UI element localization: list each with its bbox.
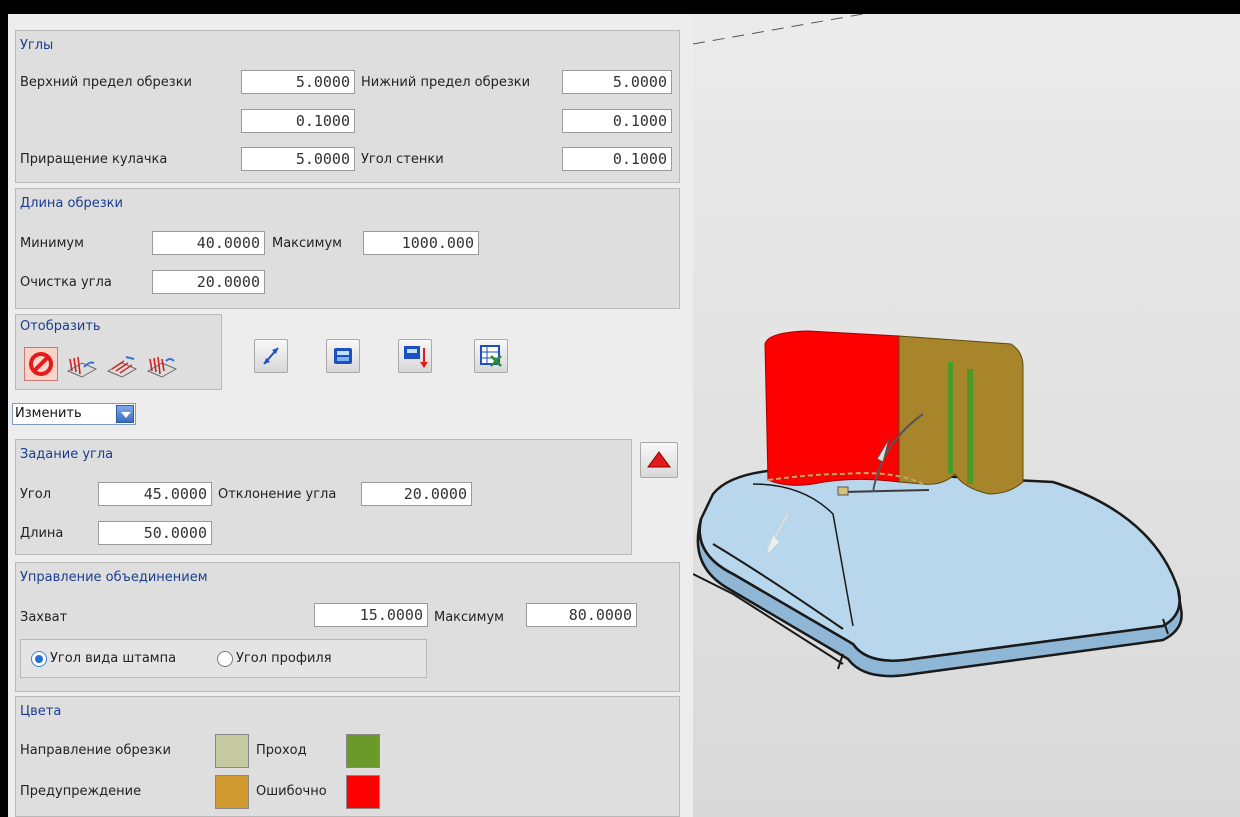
calculator-icon xyxy=(334,348,352,364)
trim-all-icon[interactable] xyxy=(144,347,180,381)
direction-color-label: Направление обрезки xyxy=(20,743,171,758)
pass-color-swatch[interactable] xyxy=(346,734,380,768)
angle-label: Угол xyxy=(20,487,52,502)
pass-color-label: Проход xyxy=(256,743,307,758)
trim-lines-icon[interactable] xyxy=(64,347,100,381)
error-color-label: Ошибочно xyxy=(256,784,327,799)
merge-control-title: Управление объединением xyxy=(20,570,208,585)
length-field[interactable]: 50.0000 xyxy=(98,521,212,545)
trim-length-group: Длина обрезки Минимум 40.0000 Максимум 1… xyxy=(15,188,680,309)
upper-step-field[interactable]: 0.1000 xyxy=(241,109,355,133)
profile-angle-label: Угол профиля xyxy=(236,651,332,666)
trim-max-field[interactable]: 1000.000 xyxy=(363,231,479,255)
merge-control-group: Управление объединением Захват 15.0000 М… xyxy=(15,562,680,692)
wall-pass-stripe-2 xyxy=(967,369,973,484)
lower-limit-field[interactable]: 5.0000 xyxy=(562,70,672,94)
corner-clean-field[interactable]: 20.0000 xyxy=(152,270,265,294)
table-export-icon xyxy=(480,345,502,367)
app-window: Углы Верхний предел обрезки 5.0000 Нижни… xyxy=(0,0,1240,817)
direction-arrow-icon xyxy=(263,347,279,365)
export-down-icon xyxy=(404,346,428,368)
warning-color-label: Предупреждение xyxy=(20,784,142,799)
calculator-button[interactable] xyxy=(326,339,360,373)
warning-color-swatch[interactable] xyxy=(215,775,249,809)
error-color-swatch[interactable] xyxy=(346,775,380,809)
collapse-button[interactable] xyxy=(640,442,678,478)
projection-radio-group: Угол вида штампа Угол профиля xyxy=(20,639,427,678)
wall-error-region xyxy=(764,330,900,486)
direction-arrow-button[interactable] xyxy=(254,339,288,373)
wall-angle-field[interactable]: 0.1000 xyxy=(562,147,672,171)
mode-dropdown[interactable]: Изменить xyxy=(12,403,136,425)
trim-length-title: Длина обрезки xyxy=(20,196,123,211)
lower-step-field[interactable]: 0.1000 xyxy=(562,109,672,133)
cam-increment-field[interactable]: 5.0000 xyxy=(241,147,355,171)
upper-limit-label: Верхний предел обрезки xyxy=(20,75,193,90)
grab-field[interactable]: 15.0000 xyxy=(314,603,428,627)
angle-field[interactable]: 45.0000 xyxy=(98,482,212,506)
trim-min-field[interactable]: 40.0000 xyxy=(152,231,265,255)
cam-increment-label: Приращение кулачка xyxy=(20,152,168,167)
colors-group: Цвета Направление обрезки Проход Предупр… xyxy=(15,696,680,817)
merge-max-label: Максимум xyxy=(434,610,504,625)
die-view-angle-radio[interactable] xyxy=(31,651,47,667)
wall-warning-region xyxy=(898,335,1024,495)
lower-limit-label: Нижний предел обрезки xyxy=(361,75,531,90)
angle-setting-group: Задание угла Угол 45.0000 Отклонение угл… xyxy=(15,439,632,555)
mode-dropdown-value: Изменить xyxy=(15,406,82,421)
export-down-button[interactable] xyxy=(398,339,432,373)
wall-pass-stripe xyxy=(948,362,953,474)
angles-group: Углы Верхний предел обрезки 5.0000 Нижни… xyxy=(15,30,680,183)
window-top-border xyxy=(0,0,1240,14)
upper-limit-field[interactable]: 5.0000 xyxy=(241,70,355,94)
chevron-down-icon[interactable] xyxy=(116,405,134,423)
angle-setting-title: Задание угла xyxy=(20,447,114,462)
grab-label: Захват xyxy=(20,610,68,625)
part-model xyxy=(693,14,1183,678)
base-top-surface xyxy=(698,467,1181,662)
trim-surface-icon[interactable] xyxy=(104,347,140,381)
display-group: Отобразить xyxy=(15,314,222,390)
trim-settings-panel: Углы Верхний предел обрезки 5.0000 Нижни… xyxy=(8,14,693,817)
window-left-border xyxy=(0,14,8,817)
wall-angle-label: Угол стенки xyxy=(361,152,444,167)
chevron-up-icon xyxy=(647,451,671,468)
angle-deviation-field[interactable]: 20.0000 xyxy=(361,482,472,506)
dashed-guide-line xyxy=(693,14,864,45)
cad-viewport[interactable] xyxy=(693,14,1240,817)
angle-deviation-label: Отклонение угла xyxy=(218,487,337,502)
angles-title: Углы xyxy=(20,38,54,53)
merge-max-field[interactable]: 80.0000 xyxy=(526,603,637,627)
length-label: Длина xyxy=(20,526,64,541)
colors-title: Цвета xyxy=(20,704,62,719)
trim-max-label: Максимум xyxy=(272,236,342,251)
display-title: Отобразить xyxy=(20,319,101,334)
corner-clean-label: Очистка угла xyxy=(20,275,112,290)
table-export-button[interactable] xyxy=(474,339,508,373)
profile-angle-radio[interactable] xyxy=(217,651,233,667)
trim-min-label: Минимум xyxy=(20,236,84,251)
direction-color-swatch[interactable] xyxy=(215,734,249,768)
no-display-icon[interactable] xyxy=(24,347,58,381)
die-view-angle-label: Угол вида штампа xyxy=(50,651,177,666)
